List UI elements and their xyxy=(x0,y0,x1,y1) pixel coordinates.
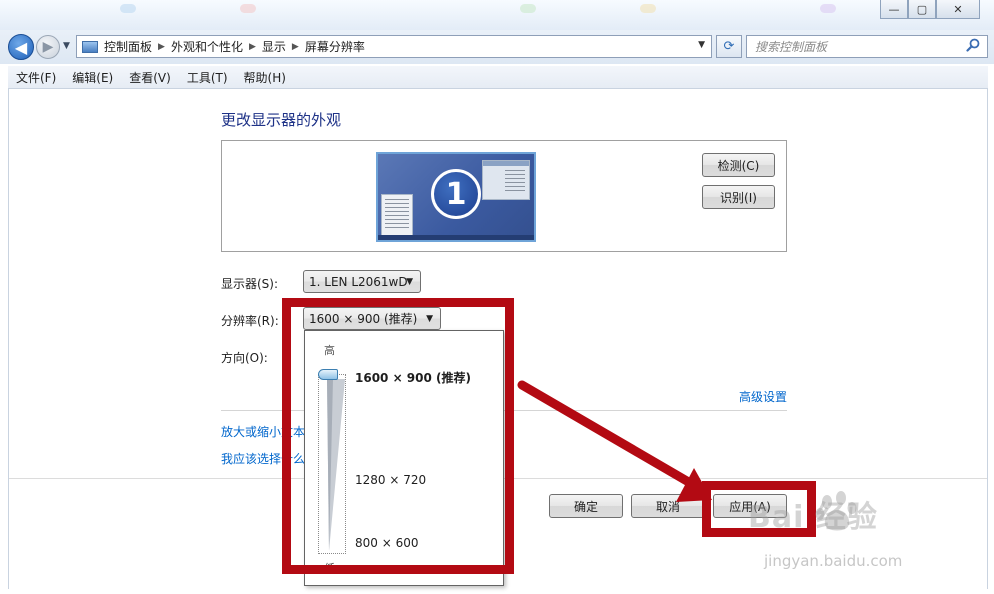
watermark-url: jingyan.baidu.com xyxy=(764,552,903,570)
baidu-paw-icon xyxy=(815,491,857,531)
